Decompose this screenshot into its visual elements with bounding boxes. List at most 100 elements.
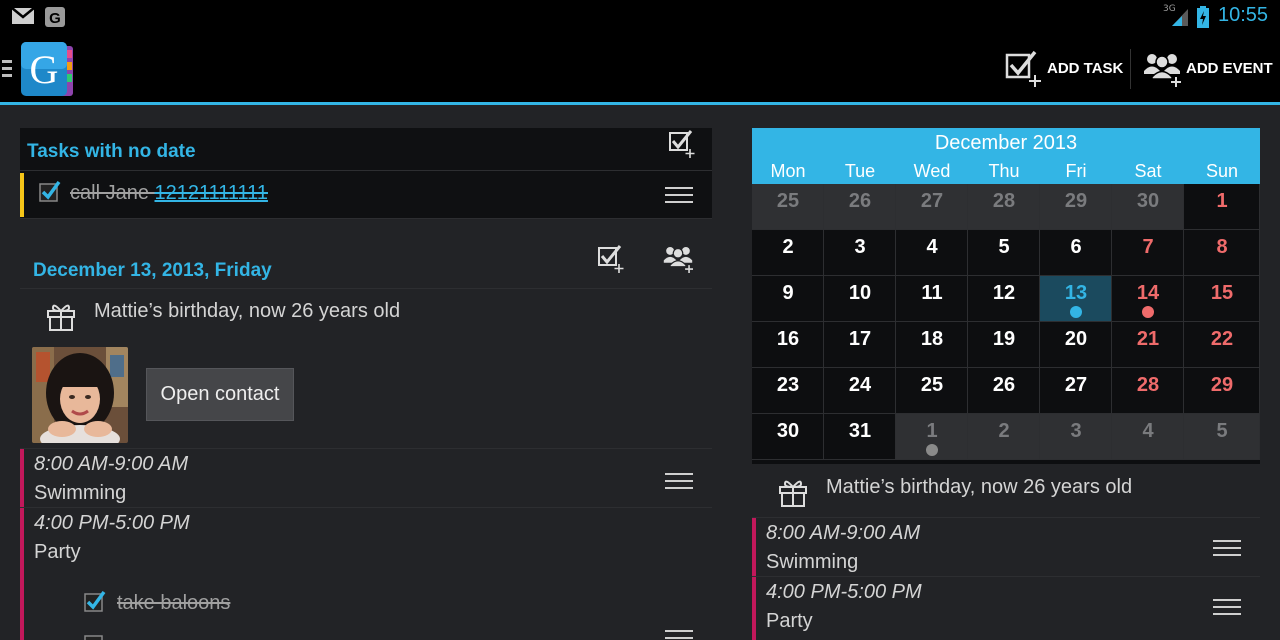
calendar-month-title[interactable]: December 2013 <box>752 132 1260 155</box>
calendar-day-cell[interactable]: 10 <box>824 276 896 322</box>
calendar-day-cell[interactable]: 28 <box>1112 368 1184 414</box>
calendar-day-cell[interactable]: 11 <box>896 276 968 322</box>
contact-photo[interactable] <box>32 347 128 443</box>
add-event-day-icon[interactable] <box>662 243 694 273</box>
event-dot <box>1142 306 1154 318</box>
drag-handle-icon[interactable] <box>665 187 693 208</box>
calendar-day-cell[interactable]: 13 <box>1040 276 1112 322</box>
event-time: 8:00 AM-9:00 AM <box>34 453 189 475</box>
event-row[interactable]: 8:00 AM-9:00 AM Swimming <box>20 449 712 507</box>
calendar-day-cell[interactable]: 6 <box>1040 230 1112 276</box>
calendar-day-cell[interactable]: 14 <box>1112 276 1184 322</box>
calendar-day-cell[interactable]: 5 <box>968 230 1040 276</box>
subtask-checkbox[interactable] <box>84 591 106 613</box>
calendar-day-cell[interactable]: 9 <box>752 276 824 322</box>
calendar-day-cell[interactable]: 12 <box>968 276 1040 322</box>
event-row[interactable]: 4:00 PM-5:00 PM Party <box>752 577 1260 640</box>
calendar-day-cell[interactable]: 29 <box>1184 368 1260 414</box>
calendar-day-cell[interactable]: 29 <box>1040 184 1112 230</box>
add-event-button[interactable]: ADD EVENT <box>1142 47 1273 89</box>
calendar-day-number: 5 <box>998 236 1010 258</box>
calendar-day-number: 7 <box>1142 236 1154 258</box>
calendar-day-cell[interactable]: 27 <box>1040 368 1112 414</box>
agenda-panel: Tasks with no date call Jane 12121111111… <box>20 128 712 640</box>
task-checkbox[interactable] <box>39 181 61 203</box>
calendar-day-cell[interactable]: 2 <box>968 414 1040 460</box>
subtask-checkbox[interactable] <box>84 633 106 640</box>
add-task-icon <box>1005 50 1041 87</box>
calendar-day-cell[interactable]: 4 <box>1112 414 1184 460</box>
calendar-day-number: 2 <box>782 236 794 258</box>
calendar-day-number: 9 <box>782 282 794 304</box>
calendar-day-cell[interactable]: 30 <box>1112 184 1184 230</box>
calendar-day-cell[interactable]: 4 <box>896 230 968 276</box>
calendar-day-number: 13 <box>1064 282 1088 304</box>
add-task-no-date-icon[interactable] <box>668 129 698 159</box>
add-task-day-icon[interactable] <box>597 244 627 274</box>
logo-letter: G <box>30 47 59 92</box>
task-row[interactable]: call Jane 12121111111 <box>20 171 712 218</box>
calendar-day-number: 14 <box>1136 282 1160 304</box>
calendar-day-cell[interactable]: 20 <box>1040 322 1112 368</box>
calendar-day-cell[interactable]: 30 <box>752 414 824 460</box>
calendar-day-cell[interactable]: 23 <box>752 368 824 414</box>
calendar-day-number: 15 <box>1210 282 1234 304</box>
calendar-day-cell[interactable]: 27 <box>896 184 968 230</box>
calendar-day-cell[interactable]: 3 <box>1040 414 1112 460</box>
open-contact-button[interactable]: Open contact <box>146 368 294 421</box>
google-icon: G <box>45 7 65 27</box>
task-accent <box>20 173 24 217</box>
calendar-day-cell[interactable]: 25 <box>896 368 968 414</box>
calendar-day-cell[interactable]: 5 <box>1184 414 1260 460</box>
drag-handle-icon[interactable] <box>1213 599 1241 620</box>
calendar-day-cell[interactable]: 28 <box>968 184 1040 230</box>
task-phone-link[interactable]: 12121111111 <box>155 182 268 204</box>
add-event-label: ADD EVENT <box>1186 59 1273 77</box>
add-task-button[interactable]: ADD TASK <box>1005 47 1123 89</box>
add-event-icon <box>1144 54 1181 87</box>
gift-icon <box>779 480 807 507</box>
event-row[interactable]: 8:00 AM-9:00 AM Swimming <box>752 518 1260 576</box>
calendar-day-cell[interactable]: 15 <box>1184 276 1260 322</box>
calendar-header: December 2013 Mon Tue Wed Thu Fri Sat Sun <box>752 128 1260 184</box>
clock: 10:55 <box>1218 4 1269 26</box>
calendar-day-cell[interactable]: 31 <box>824 414 896 460</box>
calendar-day-cell[interactable]: 8 <box>1184 230 1260 276</box>
task-text: call Jane 12121111111 <box>70 182 268 204</box>
calendar-day-number: 28 <box>992 190 1016 212</box>
drag-handle-icon[interactable] <box>665 630 693 640</box>
weekday-label: Sat <box>1134 161 1162 181</box>
day-title: December 13, 2013, Friday <box>33 260 272 281</box>
svg-text:G: G <box>49 10 61 27</box>
calendar-day-cell[interactable]: 18 <box>896 322 968 368</box>
drag-handle-icon[interactable] <box>1213 540 1241 561</box>
calendar-day-cell[interactable]: 22 <box>1184 322 1260 368</box>
calendar-day-cell[interactable]: 16 <box>752 322 824 368</box>
calendar-day-cell[interactable]: 26 <box>824 184 896 230</box>
calendar-day-cell[interactable]: 2 <box>752 230 824 276</box>
event-row[interactable]: 4:00 PM-5:00 PM Party take baloons <box>20 508 712 640</box>
calendar-day-number: 11 <box>921 282 943 304</box>
drag-handle-icon[interactable] <box>665 473 693 494</box>
calendar-day-cell[interactable]: 3 <box>824 230 896 276</box>
action-divider <box>1130 49 1131 89</box>
calendar-day-cell[interactable]: 19 <box>968 322 1040 368</box>
drawer-icon[interactable] <box>2 60 12 81</box>
calendar-day-cell[interactable]: 1 <box>896 414 968 460</box>
gmail-icon <box>11 7 35 24</box>
calendar-day-cell[interactable]: 21 <box>1112 322 1184 368</box>
calendar-day-number: 4 <box>926 236 938 258</box>
event-time: 8:00 AM-9:00 AM <box>766 522 921 544</box>
calendar-day-cell[interactable]: 1 <box>1184 184 1260 230</box>
calendar-day-number: 29 <box>1210 374 1234 396</box>
app-logo-icon[interactable]: G <box>19 40 77 98</box>
calendar-day-cell[interactable]: 24 <box>824 368 896 414</box>
calendar-day-cell[interactable]: 17 <box>824 322 896 368</box>
calendar-day-cell[interactable]: 25 <box>752 184 824 230</box>
calendar-day-cell[interactable]: 26 <box>968 368 1040 414</box>
signal-icon <box>1172 9 1188 26</box>
calendar-day-number: 6 <box>1070 236 1082 258</box>
calendar-day-cell[interactable]: 7 <box>1112 230 1184 276</box>
calendar-day-number: 26 <box>848 190 872 212</box>
calendar-day-number: 17 <box>848 328 872 350</box>
